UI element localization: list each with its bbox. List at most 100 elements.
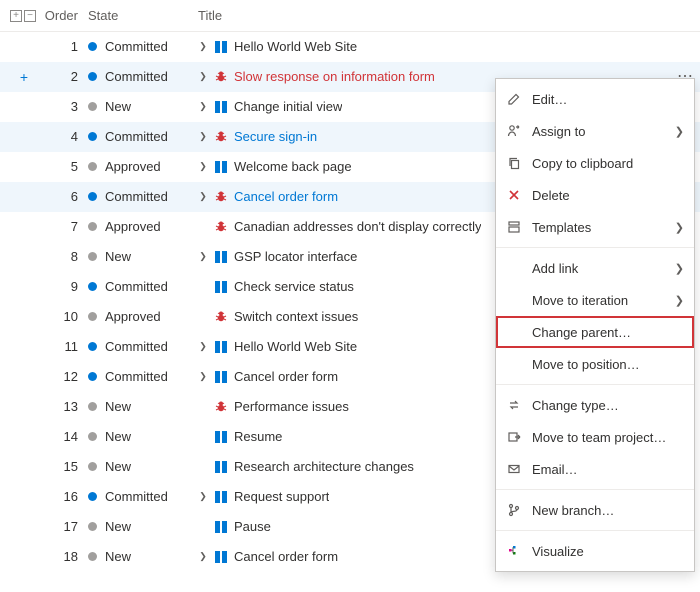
order-cell: 15: [40, 459, 88, 474]
menu-item-new-branch[interactable]: New branch…: [496, 494, 694, 526]
state-cell: New: [88, 429, 198, 444]
moveproj-icon: [506, 429, 522, 445]
chevron-right-icon[interactable]: ❯: [198, 101, 208, 112]
work-item-title[interactable]: Change initial view: [234, 99, 342, 114]
state-cell: Approved: [88, 219, 198, 234]
state-cell: New: [88, 549, 198, 564]
order-cell: 2: [40, 69, 88, 84]
context-menu: Edit…Assign to❯Copy to clipboardDeleteTe…: [495, 78, 695, 572]
backlog-item-icon: [214, 100, 228, 114]
menu-item-move-to-position[interactable]: Move to position…: [496, 348, 694, 380]
work-item-title[interactable]: GSP locator interface: [234, 249, 357, 264]
bug-icon: [214, 310, 228, 324]
state-cell: Committed: [88, 489, 198, 504]
menu-item-label: Visualize: [532, 544, 684, 559]
work-item-title[interactable]: Welcome back page: [234, 159, 352, 174]
work-item-title[interactable]: Resume: [234, 429, 282, 444]
menu-item-change-type[interactable]: Change type…: [496, 389, 694, 421]
state-cell: Approved: [88, 159, 198, 174]
state-dot-icon: [88, 42, 97, 51]
chevron-right-icon[interactable]: ❯: [198, 71, 208, 82]
chevron-right-icon[interactable]: ❯: [198, 341, 208, 352]
table-row[interactable]: 1 Committed ❯ Hello World Web Site: [0, 32, 700, 62]
menu-item-label: Change parent…: [532, 325, 684, 340]
menu-separator: [496, 247, 694, 248]
backlog-item-icon: [214, 550, 228, 564]
menu-item-copy-to-clipboard[interactable]: Copy to clipboard: [496, 147, 694, 179]
order-cell: 5: [40, 159, 88, 174]
menu-item-label: Email…: [532, 462, 684, 477]
copy-icon: [506, 155, 522, 171]
state-label: Approved: [105, 159, 161, 174]
work-item-title[interactable]: Cancel order form: [234, 549, 338, 564]
order-cell: 6: [40, 189, 88, 204]
menu-item-visualize[interactable]: Visualize: [496, 535, 694, 567]
order-cell: 1: [40, 39, 88, 54]
chevron-right-icon[interactable]: ❯: [198, 191, 208, 202]
grid-header: + − Order State Title: [0, 0, 700, 32]
work-item-title[interactable]: Slow response on information form: [234, 69, 435, 84]
work-item-title[interactable]: Check service status: [234, 279, 354, 294]
menu-item-assign-to[interactable]: Assign to❯: [496, 115, 694, 147]
menu-item-change-parent[interactable]: Change parent…: [496, 316, 694, 348]
menu-item-delete[interactable]: Delete: [496, 179, 694, 211]
menu-separator: [496, 530, 694, 531]
state-dot-icon: [88, 492, 97, 501]
work-item-title[interactable]: Cancel order form: [234, 189, 338, 204]
expand-all-icon[interactable]: +: [10, 10, 22, 22]
state-label: Committed: [105, 279, 168, 294]
order-header[interactable]: Order: [40, 8, 88, 23]
title-header[interactable]: Title: [198, 8, 670, 23]
state-header[interactable]: State: [88, 8, 198, 23]
menu-item-templates[interactable]: Templates❯: [496, 211, 694, 243]
menu-item-move-to-iteration[interactable]: Move to iteration ❯: [496, 284, 694, 316]
menu-item-email[interactable]: Email…: [496, 453, 694, 485]
menu-item-label: Copy to clipboard: [532, 156, 684, 171]
menu-item-label: Move to iteration: [532, 293, 665, 308]
backlog-item-icon: [214, 40, 228, 54]
state-label: Committed: [105, 39, 168, 54]
state-label: New: [105, 459, 131, 474]
collapse-all-icon[interactable]: −: [24, 10, 36, 22]
menu-item-label: Move to team project…: [532, 430, 684, 445]
work-item-title[interactable]: Cancel order form: [234, 369, 338, 384]
chevron-right-icon[interactable]: ❯: [198, 161, 208, 172]
chevron-right-icon[interactable]: ❯: [198, 131, 208, 142]
branch-icon: [506, 502, 522, 518]
bug-icon: [214, 400, 228, 414]
menu-item-edit[interactable]: Edit…: [496, 83, 694, 115]
state-label: New: [105, 429, 131, 444]
order-cell: 18: [40, 549, 88, 564]
order-cell: 4: [40, 129, 88, 144]
add-child-icon[interactable]: +: [17, 70, 31, 84]
work-item-title[interactable]: Hello World Web Site: [234, 339, 357, 354]
backlog-item-icon: [214, 280, 228, 294]
submenu-chevron-icon: ❯: [675, 125, 684, 138]
chevron-right-icon[interactable]: ❯: [198, 551, 208, 562]
work-item-title[interactable]: Hello World Web Site: [234, 39, 357, 54]
state-dot-icon: [88, 282, 97, 291]
order-cell: 8: [40, 249, 88, 264]
backlog-item-icon: [214, 430, 228, 444]
menu-item-label: Templates: [532, 220, 665, 235]
state-label: Approved: [105, 219, 161, 234]
work-item-title[interactable]: Research architecture changes: [234, 459, 414, 474]
chevron-right-icon[interactable]: ❯: [198, 491, 208, 502]
state-label: Committed: [105, 69, 168, 84]
title-cell[interactable]: ❯ Hello World Web Site: [198, 39, 670, 54]
work-item-title[interactable]: Canadian addresses don't display correct…: [234, 219, 481, 234]
menu-item-move-to-team-project[interactable]: Move to team project…: [496, 421, 694, 453]
work-item-title[interactable]: Switch context issues: [234, 309, 358, 324]
chevron-right-icon[interactable]: ❯: [198, 371, 208, 382]
work-item-title[interactable]: Performance issues: [234, 399, 349, 414]
work-item-title[interactable]: Request support: [234, 489, 329, 504]
state-dot-icon: [88, 72, 97, 81]
chevron-right-icon[interactable]: ❯: [198, 41, 208, 52]
bug-icon: [214, 70, 228, 84]
work-item-title[interactable]: Secure sign-in: [234, 129, 317, 144]
chevron-right-icon[interactable]: ❯: [198, 251, 208, 262]
submenu-chevron-icon: ❯: [675, 294, 684, 307]
work-item-title[interactable]: Pause: [234, 519, 271, 534]
menu-item-add-link[interactable]: Add link❯: [496, 252, 694, 284]
state-cell: New: [88, 519, 198, 534]
